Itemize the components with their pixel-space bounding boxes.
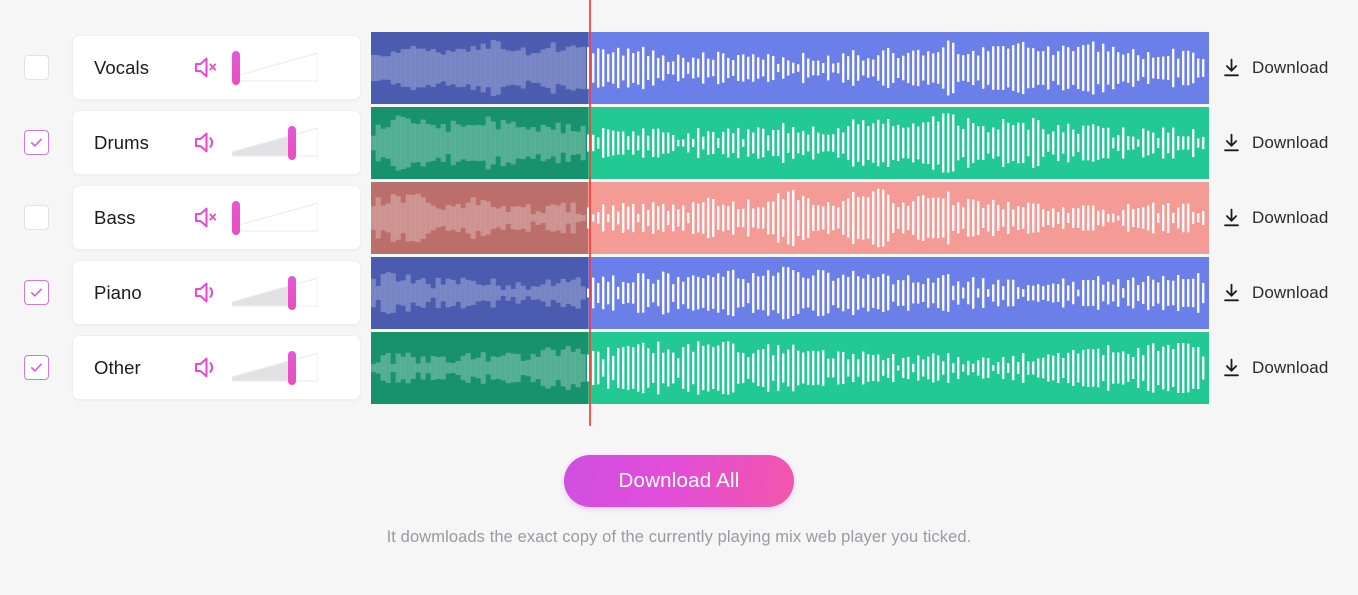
volume-slider-drums[interactable] <box>232 125 318 160</box>
volume-wedge-track <box>232 201 318 232</box>
stem-checkbox-vocals[interactable] <box>23 55 49 80</box>
download-stem-button-bass[interactable]: Download <box>1222 208 1328 228</box>
stem-control-card: Vocals <box>72 35 361 100</box>
stem-player-root: Vocals Download Drums Download Bass Download P… <box>0 0 1358 595</box>
stem-waveform-bass[interactable] <box>371 181 1209 254</box>
stem-row: Vocals Download <box>0 30 1358 105</box>
check-icon <box>30 288 42 297</box>
volume-slider-bass[interactable] <box>232 200 318 235</box>
download-stem-label: Download <box>1252 282 1329 302</box>
volume-wedge-track <box>232 276 318 307</box>
volume-slider-thumb[interactable] <box>232 200 240 235</box>
check-icon <box>30 138 42 147</box>
stem-mute-toggle-piano[interactable] <box>191 280 221 306</box>
speaker-on-icon <box>194 282 214 303</box>
speaker-on-icon <box>194 357 214 378</box>
download-stem-button-drums[interactable]: Download <box>1222 133 1328 153</box>
stem-row: Bass Download <box>0 180 1358 255</box>
download-icon <box>1224 358 1239 376</box>
volume-slider-thumb[interactable] <box>232 50 240 85</box>
download-icon <box>1224 208 1239 226</box>
check-icon <box>30 363 42 372</box>
download-icon <box>1224 283 1239 301</box>
stem-label: Bass <box>94 206 136 228</box>
stem-label: Drums <box>94 131 149 153</box>
stem-mute-toggle-vocals[interactable] <box>191 55 221 81</box>
volume-slider-vocals[interactable] <box>232 50 318 85</box>
download-stem-button-piano[interactable]: Download <box>1222 283 1328 303</box>
download-stem-button-other[interactable]: Download <box>1222 358 1328 378</box>
stem-control-card: Drums <box>72 110 361 175</box>
volume-slider-piano[interactable] <box>232 275 318 310</box>
volume-wedge-track <box>232 351 318 382</box>
volume-wedge-track <box>232 126 318 157</box>
footer-note: It dowmloads the exact copy of the curre… <box>386 528 972 546</box>
download-stem-label: Download <box>1252 357 1329 377</box>
download-stem-label: Download <box>1252 207 1329 227</box>
stem-row: Other Download <box>0 330 1358 405</box>
stem-checkbox-drums[interactable] <box>23 130 49 155</box>
stem-waveform-vocals[interactable] <box>371 31 1209 104</box>
stem-control-card: Bass <box>72 185 361 250</box>
stem-mute-toggle-bass[interactable] <box>191 205 221 231</box>
volume-slider-thumb[interactable] <box>288 275 297 310</box>
stem-checkbox-wrap <box>0 55 72 80</box>
download-icon <box>1224 133 1239 151</box>
waveform-canvas[interactable] <box>371 256 1209 329</box>
download-all-button[interactable]: Download All <box>564 455 794 507</box>
waveform-canvas[interactable] <box>371 31 1209 104</box>
stem-checkbox-wrap <box>0 205 72 230</box>
stem-waveform-drums[interactable] <box>371 106 1209 179</box>
stem-checkbox-wrap <box>0 130 72 155</box>
download-icon <box>1224 58 1239 76</box>
stem-row: Piano Download <box>0 255 1358 330</box>
waveform-canvas[interactable] <box>371 181 1209 254</box>
stem-row: Drums Download <box>0 105 1358 180</box>
stem-waveform-other[interactable] <box>371 331 1209 404</box>
stem-checkbox-wrap <box>0 280 72 305</box>
footer-area: Download All It dowmloads the exact copy… <box>0 455 1358 547</box>
stem-label: Piano <box>94 281 142 303</box>
download-stem-button-vocals[interactable]: Download <box>1222 58 1328 78</box>
volume-slider-other[interactable] <box>232 350 318 385</box>
stem-list: Vocals Download Drums Download Bass Download P… <box>0 30 1358 405</box>
volume-wedge-track <box>232 51 318 82</box>
download-stem-label: Download <box>1252 57 1329 77</box>
stem-label: Vocals <box>94 56 150 78</box>
stem-checkbox-other[interactable] <box>23 355 49 380</box>
stem-checkbox-bass[interactable] <box>23 205 49 230</box>
stem-mute-toggle-other[interactable] <box>191 355 221 381</box>
stem-control-card: Piano <box>72 260 361 325</box>
speaker-mute-icon <box>194 57 217 78</box>
speaker-on-icon <box>194 132 214 153</box>
stem-mute-toggle-drums[interactable] <box>191 130 221 156</box>
volume-slider-thumb[interactable] <box>288 125 297 160</box>
stem-checkbox-wrap <box>0 355 72 380</box>
volume-slider-thumb[interactable] <box>288 350 297 385</box>
speaker-mute-icon <box>194 207 217 228</box>
stem-waveform-piano[interactable] <box>371 256 1209 329</box>
stem-label: Other <box>94 356 141 378</box>
waveform-canvas[interactable] <box>371 106 1209 179</box>
stem-checkbox-piano[interactable] <box>23 280 49 305</box>
stem-control-card: Other <box>72 335 361 400</box>
download-stem-label: Download <box>1252 132 1329 152</box>
waveform-canvas[interactable] <box>371 331 1209 404</box>
